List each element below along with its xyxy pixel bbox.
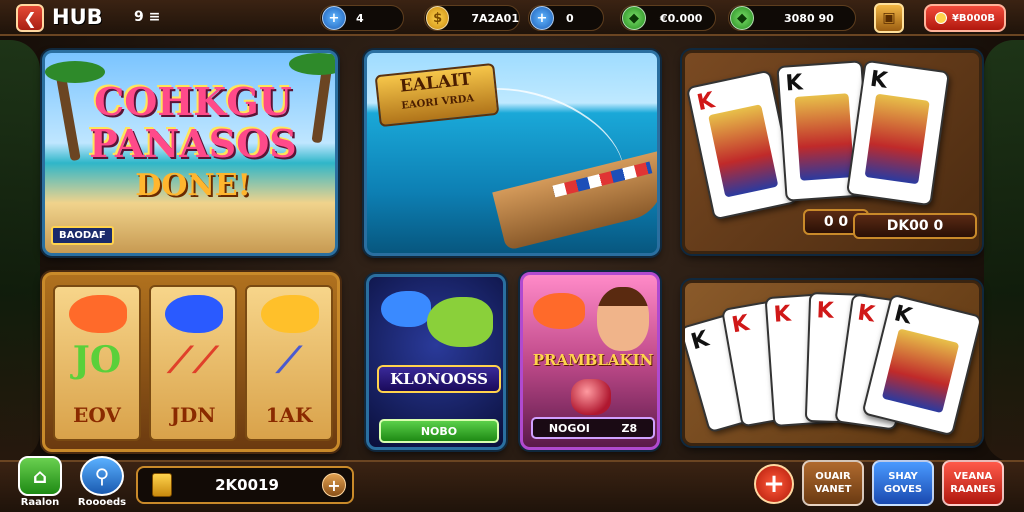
beach-title-line3: DONE!: [135, 168, 251, 203]
card-rank: K: [772, 301, 792, 328]
treasure-chest-icon[interactable]: ▣: [874, 3, 904, 33]
resource-pill-4[interactable]: ◆ €0.000: [620, 5, 716, 31]
action-line2: GOVES: [883, 484, 923, 495]
card-art: [794, 93, 855, 181]
card-rank: K: [855, 300, 877, 328]
add-balance-icon[interactable]: +: [322, 473, 346, 497]
character-title: PRAMBLAKIN: [532, 351, 654, 369]
game-tile-cards-top[interactable]: K K K 0 0 DK00 0: [682, 50, 982, 254]
action-button-3[interactable]: VEANA RAANES: [942, 460, 1004, 506]
blue-plus-icon: +: [530, 6, 554, 30]
add-icon[interactable]: +: [754, 464, 794, 504]
beach-tag: BAODAF: [51, 226, 114, 245]
shop-button[interactable]: ¥B000B: [924, 4, 1006, 32]
reel-symbol: ⟋⟋: [167, 339, 219, 381]
character-portrait: [597, 287, 649, 351]
resource-pill-2[interactable]: $ 7A2A01: [424, 5, 520, 31]
fish-icon: [533, 293, 585, 329]
shop-label: ¥B000B: [951, 12, 996, 24]
cards-badge-right[interactable]: DK00 0: [853, 213, 977, 239]
reel-label: EOV: [73, 403, 121, 427]
reel-label: JDN: [170, 403, 216, 427]
action-line1: SHAY: [888, 471, 918, 482]
game-tile-fishing[interactable]: EALAIT EAORI VRDA: [364, 50, 660, 256]
hub-title: HUB: [52, 5, 103, 29]
card-rank: K: [694, 88, 717, 117]
card-art: [881, 328, 960, 414]
search-label: Roooeds: [77, 497, 127, 508]
blue-plus-icon: +: [322, 6, 346, 30]
action-button-1[interactable]: OUAIR VANET: [802, 460, 864, 506]
top-bar: ❮ HUB 9 ≡ + 4 $ 7A2A01 + 0 ◆ €0.000 ◆ 30…: [0, 0, 1024, 36]
character-bar-right: Z8: [621, 421, 638, 435]
card-rank: K: [891, 301, 915, 330]
resource-pill-1[interactable]: + 4: [320, 5, 404, 31]
fish-icon: [261, 295, 319, 333]
reel-symbol: ⟋: [276, 339, 302, 381]
balance-value: 2K0019: [215, 476, 279, 494]
game-tile-cards-bottom[interactable]: K K K K K K: [682, 280, 982, 446]
action-button-2[interactable]: SHAY GOVES: [872, 460, 934, 506]
beach-title-line2: PANASOS: [89, 121, 297, 166]
reel-label: 1AK: [265, 403, 313, 427]
fishgame-title: KLONOOSS: [377, 365, 501, 393]
card-rank: K: [784, 70, 804, 97]
slot-reel-1: JO EOV: [53, 285, 141, 441]
slot-reel-2: ⟋⟋ JDN: [149, 285, 237, 441]
action-line2: RAANES: [950, 484, 996, 495]
character-bar-left: NOGOI: [548, 421, 590, 435]
resource-pill-5[interactable]: ◆ 3080 90: [728, 5, 856, 31]
reel-symbol: JO: [72, 339, 122, 381]
green-gem-icon: ◆: [730, 6, 754, 30]
coin-dot-icon: [934, 12, 947, 24]
action-line2: VANET: [814, 484, 852, 495]
action-line1: OUAIR: [815, 471, 851, 482]
home-icon[interactable]: ⌂: [18, 456, 62, 496]
card-rank: K: [868, 66, 889, 94]
palm-silhouette-right: [984, 40, 1024, 462]
palm-silhouette-left: [0, 40, 40, 462]
card-rank: K: [688, 326, 712, 356]
beach-title-line1: COHKGU: [94, 79, 292, 124]
back-arrow-icon[interactable]: ❮: [16, 4, 44, 32]
fishgame-play-button[interactable]: NOBO: [379, 419, 499, 443]
resource-value: 3080 90: [784, 11, 834, 25]
home-label: Raalon: [20, 497, 60, 508]
fish-icon: [69, 295, 127, 333]
coin-icon: $: [426, 6, 450, 30]
balance-bar[interactable]: 2K0019 +: [136, 466, 354, 504]
game-tile-slots[interactable]: JO EOV ⟋⟋ JDN ⟋ 1AK: [42, 272, 340, 452]
slot-reel-3: ⟋ 1AK: [245, 285, 333, 441]
hub-subtitle: 9 ≡: [134, 9, 161, 25]
fish-icon: [381, 291, 431, 327]
resource-value: 7A2A01: [471, 11, 519, 25]
beach-game-title: COHKGU PANASOS DONE!: [55, 81, 331, 207]
fish-icon: [427, 297, 493, 347]
palm-leaf: [289, 53, 335, 75]
resource-pill-3[interactable]: + 0: [528, 5, 604, 31]
card-rank: K: [816, 298, 835, 324]
game-tile-beach[interactable]: COHKGU PANASOS DONE! BAODAF: [42, 50, 338, 256]
action-line1: VEANA: [953, 471, 993, 482]
resource-value: 0: [566, 11, 574, 25]
coin-stack-icon: [152, 473, 172, 497]
resource-value: €0.000: [660, 11, 703, 25]
playing-card: K: [845, 59, 951, 207]
green-gem-icon: ◆: [622, 6, 646, 30]
character-bar[interactable]: NOGOI Z8: [531, 417, 655, 439]
card-art: [708, 104, 779, 198]
card-rank: K: [729, 310, 752, 339]
fish-icon: [165, 295, 223, 333]
resource-value: 4: [356, 11, 364, 25]
card-art: [864, 93, 930, 185]
game-tile-character[interactable]: PRAMBLAKIN NOGOI Z8: [520, 272, 660, 450]
game-tile-fishgame[interactable]: KLONOOSS NOBO: [366, 274, 506, 450]
ruby-gem-icon: [571, 379, 611, 415]
search-icon[interactable]: ⚲: [80, 456, 124, 496]
